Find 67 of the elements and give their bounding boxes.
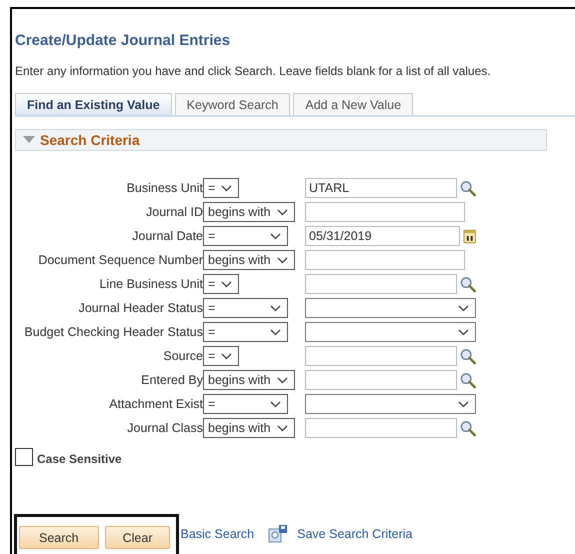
operator-dropdown[interactable]: = [203,322,288,342]
operator-dropdown[interactable]: = [203,226,288,246]
chevron-down-icon [221,184,232,192]
chevron-down-icon [270,328,281,336]
chevron-down-icon [458,328,469,336]
operator-dropdown[interactable]: begins with [203,202,295,222]
value-dropdown[interactable] [305,394,476,414]
instructions-text: Enter any information you have and click Search. Leave fields blank for a list of all values. [15,64,492,78]
chevron-down-icon [276,424,288,432]
search-icon[interactable] [460,420,476,436]
search-icon[interactable] [460,276,476,292]
save-search-icon[interactable] [268,525,288,543]
operator-dropdown[interactable]: = [203,394,288,414]
text-field[interactable] [305,250,465,270]
clear-button[interactable]: Clear [104,526,170,549]
field-label: Attachment Exist [108,397,203,411]
lookup-field[interactable] [305,274,457,294]
chevron-down-icon [221,352,232,360]
search-button[interactable]: Search [19,526,99,549]
chevron-down-icon [458,400,469,408]
save-search-criteria-link[interactable]: Save Search Criteria [297,527,412,541]
field-label: Entered By [140,373,203,387]
date-field[interactable]: 05/31/2019 [305,226,460,246]
basic-search-link[interactable]: Basic Search [180,527,254,541]
search-icon[interactable] [460,180,476,196]
chevron-down-icon [270,400,281,408]
operator-dropdown[interactable]: begins with [203,370,295,390]
field-label: Journal ID [145,205,203,219]
operator-dropdown[interactable]: = [203,346,240,366]
chevron-down-icon [458,304,469,312]
chevron-down-icon [221,280,232,288]
section-header[interactable]: Search Criteria [15,129,547,151]
field-label: Document Sequence Number [37,253,203,267]
section-title: Search Criteria [40,132,140,148]
operator-dropdown[interactable]: begins with [203,250,295,270]
lookup-field[interactable] [305,370,457,390]
lookup-field[interactable] [305,418,457,438]
chevron-down-icon [270,232,281,240]
case-sensitive-checkbox[interactable] [15,448,33,466]
chevron-down-icon [276,256,288,264]
page-title: Create/Update Journal Entries [15,32,232,49]
field-label: Journal Header Status [78,301,203,315]
field-label: Journal Date [131,229,203,243]
search-icon[interactable] [460,348,476,364]
lookup-field[interactable] [305,346,457,366]
tab[interactable]: Add a New Value [293,93,414,115]
chevron-down-icon [276,208,288,216]
checkbox-label: Case Sensitive [37,452,122,466]
lookup-field[interactable]: UTARL [305,178,457,198]
field-label: Budget Checking Header Status [23,325,203,339]
field-label: Business Unit [126,181,203,195]
tab[interactable]: Keyword Search [174,93,290,115]
value-dropdown[interactable] [305,322,476,342]
tab[interactable]: Find an Existing Value [15,93,172,115]
operator-dropdown[interactable]: begins with [203,418,295,438]
text-field[interactable] [305,202,465,222]
field-label: Source [162,349,203,363]
calendar-icon[interactable] [462,228,476,244]
chevron-down-icon [270,304,281,312]
operator-dropdown[interactable]: = [203,178,240,198]
search-icon[interactable] [460,372,476,388]
operator-dropdown[interactable]: = [203,274,240,294]
chevron-down-icon [276,376,288,384]
field-label: Line Business Unit [98,277,203,291]
value-dropdown[interactable] [305,298,476,318]
field-label: Journal Class [126,421,203,435]
operator-dropdown[interactable]: = [203,298,288,318]
